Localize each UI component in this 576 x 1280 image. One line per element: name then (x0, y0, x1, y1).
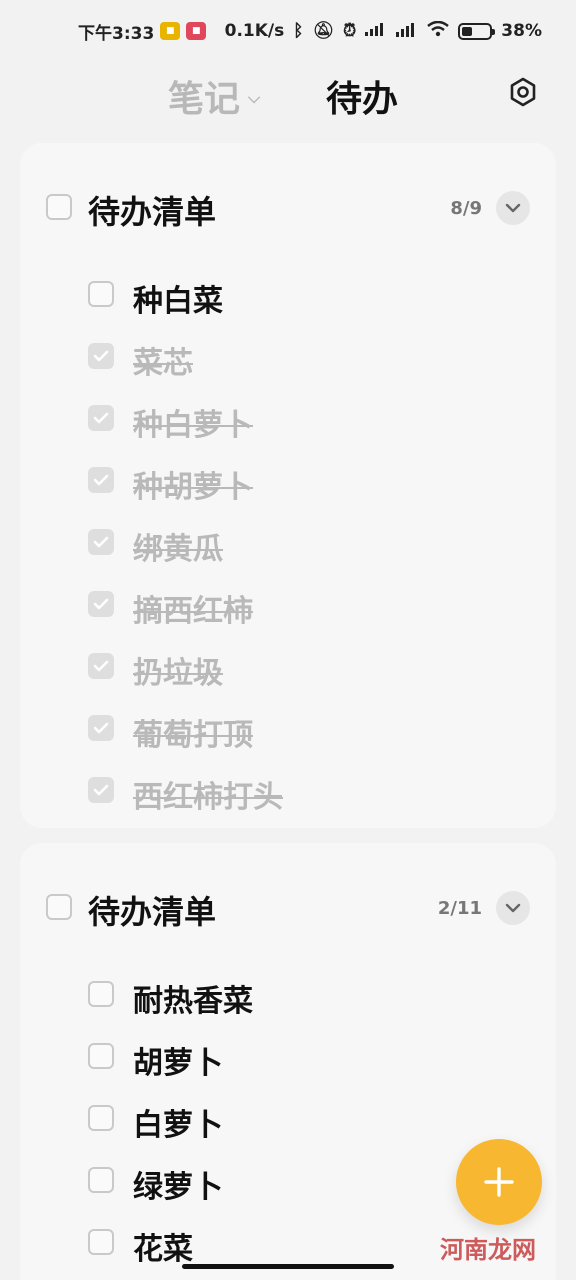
app-badge-1: ■ (160, 22, 181, 40)
item-checkbox[interactable] (88, 529, 114, 555)
item-text: 种胡萝卜 (133, 470, 253, 505)
signal-hd-icon (396, 21, 418, 42)
list-item[interactable]: 胡萝卜 (20, 1033, 556, 1083)
item-checkbox[interactable] (88, 1105, 114, 1131)
item-text: 种白菜 (133, 284, 223, 319)
item-text: 扔垃圾 (133, 656, 223, 691)
list-header: 待办清单 8/9 (20, 143, 556, 273)
bluetooth-icon: ᛒ (293, 20, 304, 41)
status-bar: 下午3:33 ■ ■ 0.1K/s ᛒ 🔕︎ ⏰︎ 38% (0, 0, 576, 62)
wifi-icon (427, 20, 450, 42)
item-text: 菜芯 (133, 346, 193, 381)
list-item[interactable]: 扔垃圾 (20, 643, 556, 693)
check-icon (93, 412, 109, 424)
signal-icon (365, 21, 387, 41)
settings-icon (510, 77, 536, 107)
item-text: 白萝卜 (133, 1108, 223, 1143)
watermark: 河南龙网 (440, 1236, 536, 1264)
item-checkbox[interactable] (88, 981, 114, 1007)
list-item[interactable]: 摘西红柿 (20, 581, 556, 631)
item-text: 绑黄瓜 (133, 532, 223, 567)
check-icon (93, 784, 109, 796)
check-icon (93, 598, 109, 610)
item-checkbox[interactable] (88, 343, 114, 369)
tab-notes-label: 笔记 (168, 79, 241, 120)
item-text: 花菜 (133, 1232, 193, 1267)
tab-notes[interactable]: 笔记 ⌵ (168, 70, 260, 122)
list-header: 待办清单 2/11 (20, 843, 556, 973)
tab-todo[interactable]: 待办 (326, 70, 398, 122)
alarm-icon: ⏰︎ (343, 20, 357, 41)
item-text: 种白萝卜 (133, 408, 253, 443)
list-checkbox[interactable] (46, 194, 72, 220)
header: 笔记 ⌵ 待办 (0, 62, 576, 130)
check-icon (93, 660, 109, 672)
list-item[interactable]: 西红柿打头 (20, 767, 556, 817)
item-checkbox[interactable] (88, 467, 114, 493)
list-checkbox[interactable] (46, 894, 72, 920)
battery-icon (458, 22, 496, 40)
item-checkbox[interactable] (88, 591, 114, 617)
item-text: 西红柿打头 (133, 780, 283, 815)
item-checkbox[interactable] (88, 1229, 114, 1255)
battery-percent: 38% (501, 21, 542, 41)
item-checkbox[interactable] (88, 777, 114, 803)
item-checkbox[interactable] (88, 1043, 114, 1069)
item-checkbox[interactable] (88, 653, 114, 679)
battery-fill (462, 26, 473, 36)
list-item[interactable]: 耐热香菜 (20, 971, 556, 1021)
chevron-down-icon (505, 203, 521, 213)
item-checkbox[interactable] (88, 281, 114, 307)
app-badge-2: ■ (186, 22, 207, 40)
mute-icon: 🔕︎ (312, 20, 335, 41)
check-icon (93, 536, 109, 548)
list-count: 2/11 (437, 898, 482, 919)
item-text: 葡萄打顶 (133, 718, 253, 753)
item-text: 耐热香菜 (133, 984, 253, 1019)
list-item[interactable]: 绑黄瓜 (20, 519, 556, 569)
settings-button[interactable] (505, 74, 541, 110)
list-item[interactable]: 葡萄打顶 (20, 705, 556, 755)
status-time: 下午3:33 (78, 23, 155, 44)
plus-icon (484, 1167, 514, 1197)
home-indicator[interactable] (182, 1264, 394, 1269)
item-text: 摘西红柿 (133, 594, 253, 629)
item-checkbox[interactable] (88, 405, 114, 431)
chevron-down-icon: ⌵ (248, 88, 261, 107)
check-icon (93, 722, 109, 734)
add-todo-button[interactable] (456, 1139, 542, 1225)
check-icon (93, 474, 109, 486)
list-title: 待办清单 (88, 193, 217, 231)
check-icon (93, 350, 109, 362)
item-text: 胡萝卜 (133, 1046, 223, 1081)
todo-list-card-1: 待办清单 8/9 种白菜 菜芯 种白萝卜 种胡萝卜 绑黄瓜 摘西红柿 扔垃圾 葡… (20, 143, 556, 828)
list-count: 8/9 (450, 198, 482, 219)
list-item[interactable]: 白萝卜 (20, 1095, 556, 1145)
item-checkbox[interactable] (88, 715, 114, 741)
network-speed: 0.1K/s (224, 21, 285, 41)
item-text: 绿萝卜 (133, 1170, 223, 1205)
list-item[interactable]: 种白菜 (20, 271, 556, 321)
collapse-button[interactable] (496, 191, 530, 225)
todo-screen: 下午3:33 ■ ■ 0.1K/s ᛒ 🔕︎ ⏰︎ 38% 笔记 ⌵ 待办 待办… (0, 0, 576, 1280)
list-item[interactable]: 种白萝卜 (20, 395, 556, 445)
list-item[interactable]: 菜芯 (20, 333, 556, 383)
list-title: 待办清单 (88, 893, 217, 931)
chevron-down-icon (505, 903, 521, 913)
collapse-button[interactable] (496, 891, 530, 925)
list-item[interactable]: 种胡萝卜 (20, 457, 556, 507)
item-checkbox[interactable] (88, 1167, 114, 1193)
